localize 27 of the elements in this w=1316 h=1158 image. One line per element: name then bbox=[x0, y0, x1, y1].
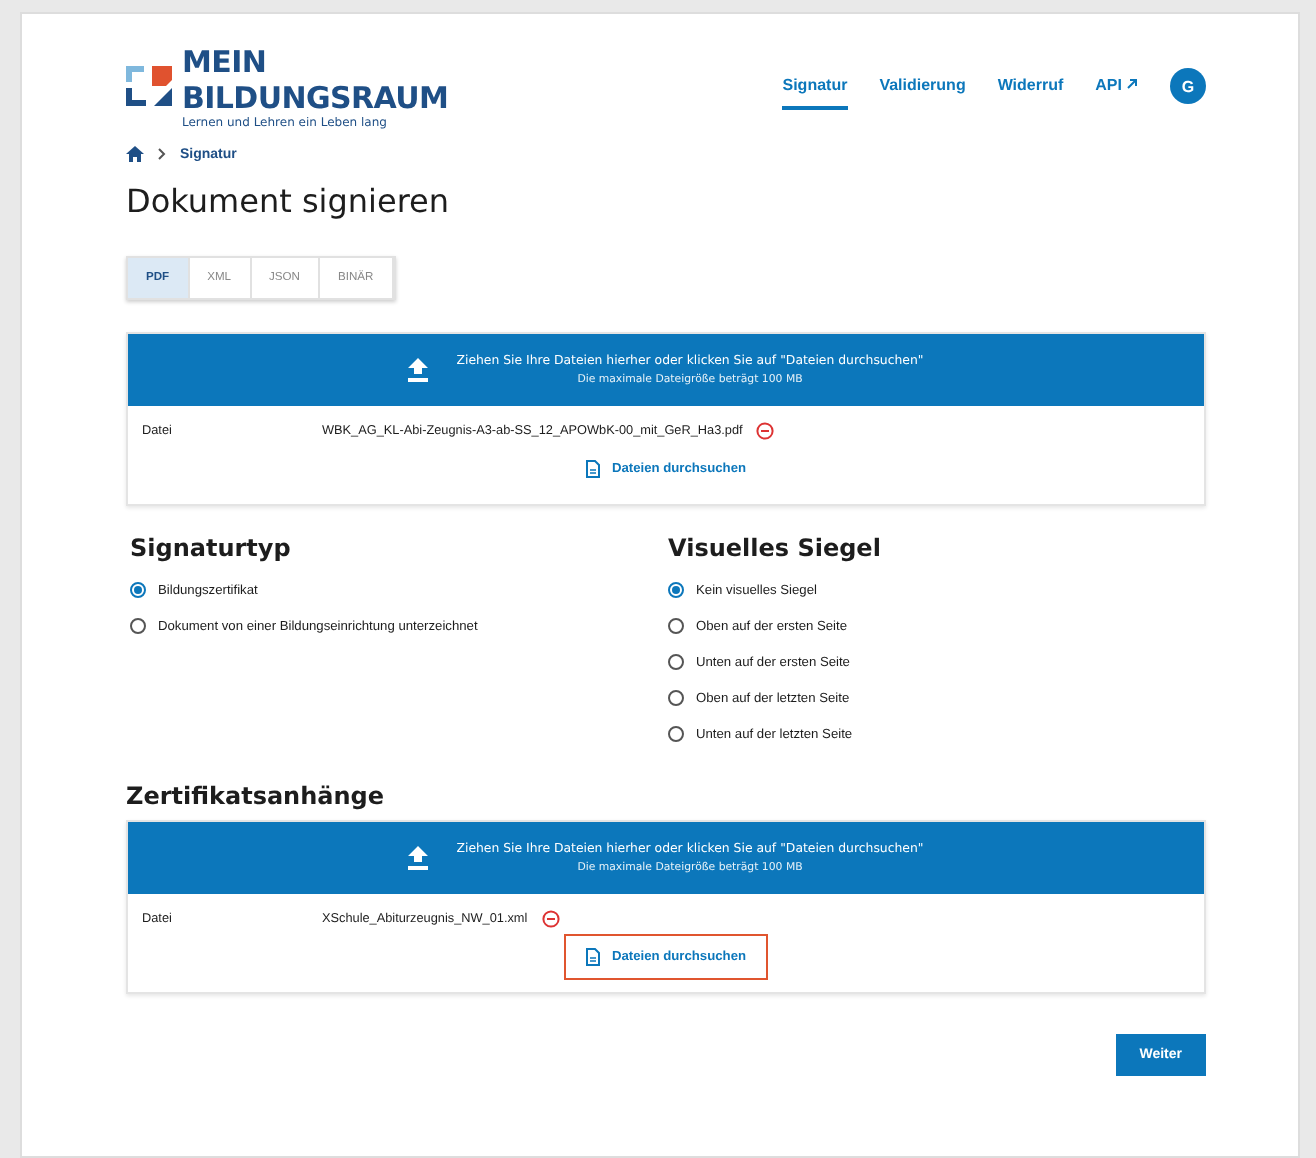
remove-icon[interactable] bbox=[541, 910, 560, 928]
nav-link[interactable]: Widerruf bbox=[997, 63, 1064, 109]
section-heading: Signaturtyp bbox=[130, 534, 293, 562]
radio-button[interactable] bbox=[130, 582, 146, 598]
upload-icon bbox=[408, 846, 429, 870]
radio-button[interactable] bbox=[668, 582, 684, 598]
file-icon bbox=[585, 948, 600, 966]
section-heading: Visuelles Siegel bbox=[668, 534, 883, 562]
chevron-icon bbox=[158, 148, 166, 160]
upload-icon bbox=[408, 358, 429, 382]
section-heading: Zertifikatsanhänge bbox=[126, 782, 387, 810]
page-title: Dokument signieren bbox=[126, 182, 452, 220]
nav-link[interactable]: API bbox=[1095, 63, 1138, 109]
radio-button[interactable] bbox=[668, 726, 684, 742]
nav-link[interactable]: Validierung bbox=[879, 63, 966, 109]
radio-button[interactable] bbox=[130, 618, 146, 634]
home-icon[interactable] bbox=[126, 146, 144, 162]
logo-text: MEIN bbox=[182, 43, 269, 79]
logo-icon bbox=[126, 64, 174, 108]
user-avatar[interactable]: G bbox=[1170, 68, 1206, 104]
logo-text: BILDUNGSRAUM bbox=[182, 79, 449, 115]
nav-link[interactable]: Signatur bbox=[782, 63, 848, 109]
file-icon bbox=[585, 460, 600, 478]
remove-icon[interactable] bbox=[756, 422, 775, 440]
radio-button[interactable] bbox=[668, 690, 684, 706]
radio-button[interactable] bbox=[668, 618, 684, 634]
radio-button[interactable] bbox=[668, 654, 684, 670]
